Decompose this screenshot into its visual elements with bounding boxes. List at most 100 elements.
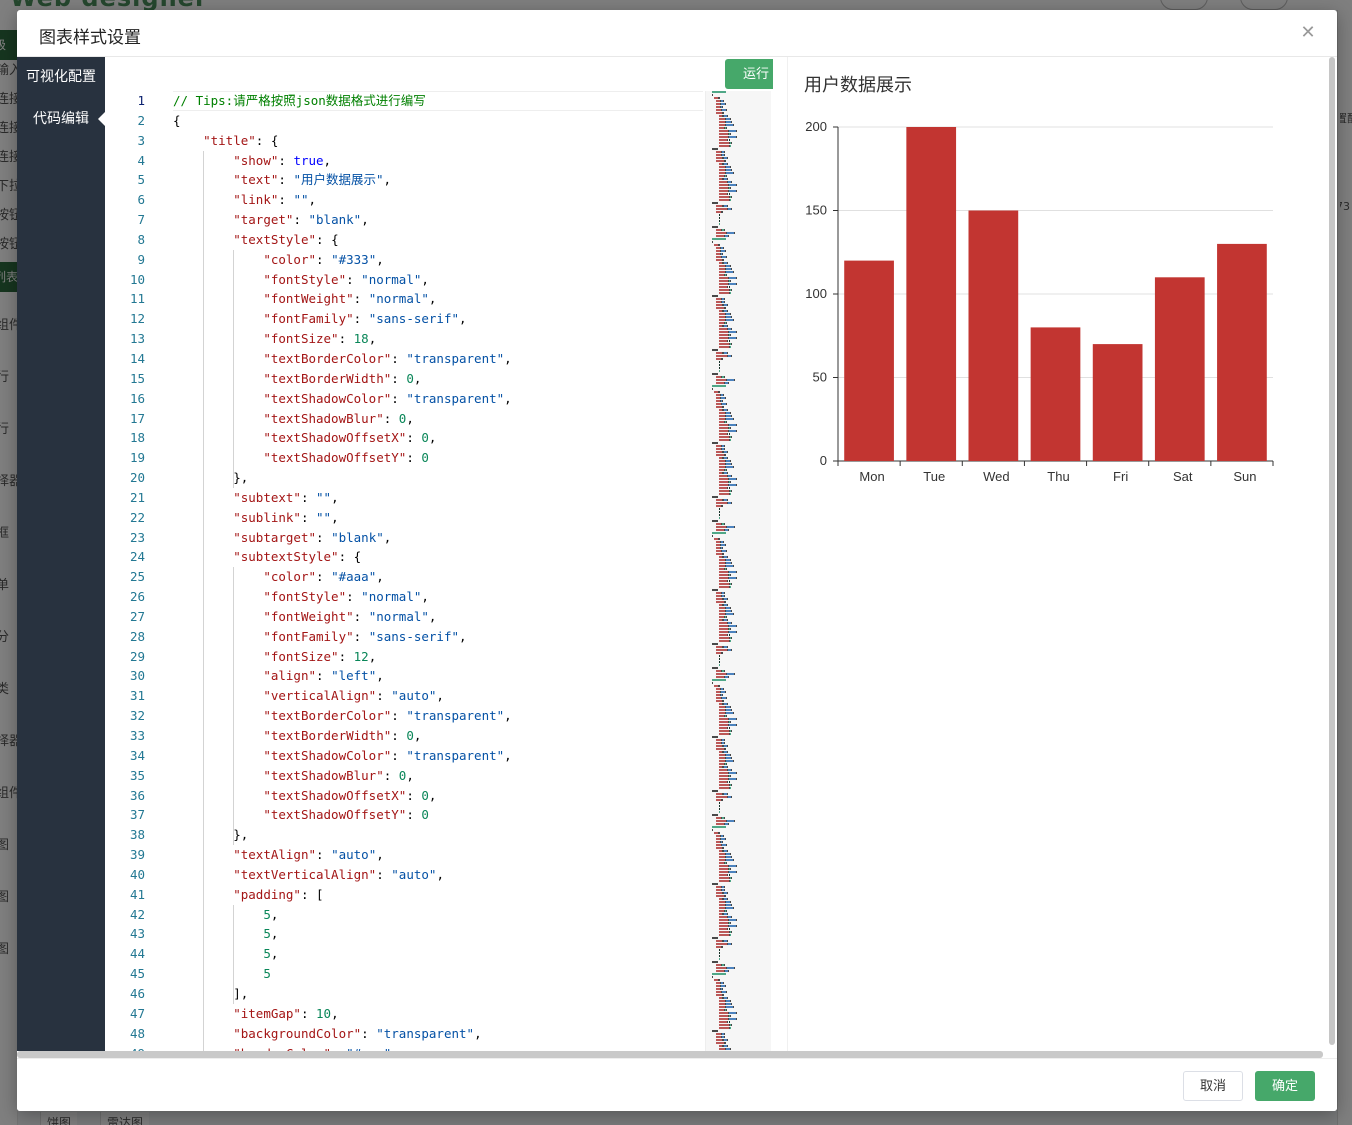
code-line[interactable]: "fontFamily": "sans-serif", <box>173 627 703 647</box>
minimap-line <box>727 598 729 600</box>
code-line[interactable]: "textShadowOffsetY": 0 <box>173 448 703 468</box>
minimap-line <box>718 631 728 633</box>
close-icon[interactable]: ✕ <box>1297 22 1319 44</box>
code-line[interactable]: "subtext": "", <box>173 488 703 508</box>
minimap-line <box>726 613 733 615</box>
code-line[interactable]: // Tips:请严格按照json数据格式进行编写 <box>173 91 703 111</box>
minimap-line <box>719 805 721 807</box>
minimap-line <box>727 1039 729 1041</box>
code-line[interactable]: "subtextStyle": { <box>173 547 703 567</box>
code-line[interactable]: "textShadowColor": "transparent", <box>173 746 703 766</box>
code-line[interactable]: "textShadowOffsetX": 0, <box>173 428 703 448</box>
code-line[interactable]: "textShadowColor": "transparent", <box>173 389 703 409</box>
code-token: : <box>316 847 332 863</box>
code-line[interactable]: "title": { <box>173 131 703 151</box>
code-token: : <box>346 271 362 287</box>
tab-visual-config[interactable]: 可视化配置 <box>17 57 105 97</box>
code-line[interactable]: "textShadowBlur": 0, <box>173 766 703 786</box>
code-line[interactable]: "color": "#333", <box>173 250 703 270</box>
minimap-line <box>726 703 728 705</box>
code-line[interactable]: "textBorderColor": "transparent", <box>173 706 703 726</box>
code-line[interactable]: "link": "", <box>173 190 703 210</box>
code-line[interactable]: "textBorderColor": "transparent", <box>173 349 703 369</box>
minimap-line <box>718 436 730 438</box>
code-line[interactable]: "fontFamily": "sans-serif", <box>173 309 703 329</box>
code-line[interactable]: "verticalAlign": "auto", <box>173 686 703 706</box>
code-line[interactable]: "textBorderWidth": 0, <box>173 369 703 389</box>
code-token: 18 <box>353 331 369 347</box>
code-line[interactable]: "fontWeight": "normal", <box>173 289 703 309</box>
code-content[interactable]: // Tips:请严格按照json数据格式进行编写{ "title": { "s… <box>173 91 703 1051</box>
code-line[interactable]: "sublink": "", <box>173 508 703 528</box>
code-line[interactable]: "fontStyle": "normal", <box>173 587 703 607</box>
line-number: 7 <box>137 212 145 228</box>
editor-minimap[interactable] <box>705 91 771 1051</box>
code-line[interactable]: "fontWeight": "normal", <box>173 607 703 627</box>
code-line[interactable]: "show": true, <box>173 151 703 171</box>
minimap-line <box>718 346 730 348</box>
confirm-button[interactable]: 确定 <box>1255 1071 1315 1101</box>
code-line[interactable]: "textShadowOffsetY": 0 <box>173 805 703 825</box>
code-line[interactable]: "target": "blank", <box>173 210 703 230</box>
code-line[interactable]: ], <box>173 984 703 1004</box>
minimap-line <box>730 640 732 642</box>
minimap-line <box>718 787 730 789</box>
code-line[interactable]: }, <box>173 825 703 845</box>
line-number: 4 <box>137 152 145 168</box>
code-token: : <box>316 529 332 545</box>
code-line[interactable]: "textShadowBlur": 0, <box>173 409 703 429</box>
minimap-line <box>712 961 718 963</box>
code-token: : { <box>316 231 339 247</box>
code-line[interactable]: "text": "用户数据展示", <box>173 170 703 190</box>
code-line[interactable]: }, <box>173 468 703 488</box>
minimap-line <box>730 637 732 639</box>
code-line[interactable]: 5, <box>173 944 703 964</box>
minimap-line <box>726 499 728 501</box>
code-line[interactable]: "align": "left", <box>173 666 703 686</box>
code-line[interactable]: "padding": [ <box>173 885 703 905</box>
minimap-line <box>730 856 732 858</box>
code-token: , <box>421 589 429 605</box>
cancel-button[interactable]: 取消 <box>1183 1071 1243 1101</box>
horizontal-scrollbar[interactable] <box>17 1051 1323 1058</box>
code-line[interactable]: { <box>173 111 703 131</box>
code-line[interactable]: "fontSize": 12, <box>173 647 703 667</box>
code-line[interactable]: "itemGap": 10, <box>173 1004 703 1024</box>
code-token: "" <box>293 192 309 208</box>
minimap-line <box>725 250 727 252</box>
code-editor[interactable]: 1 2 3 4 5 6 7 8 9 10 11 12 13 14 15 16 17 18 19 20 21 22 23 24 2… <box>105 57 773 1051</box>
tab-code-edit[interactable]: 代码编辑 <box>17 99 105 139</box>
code-line[interactable]: "textVerticalAlign": "auto", <box>173 865 703 885</box>
minimap-line <box>732 271 734 273</box>
code-token: "color" <box>263 251 316 267</box>
minimap-line <box>718 916 727 918</box>
code-line[interactable]: "fontStyle": "normal", <box>173 270 703 290</box>
minimap-line <box>729 1012 737 1014</box>
minimap-line <box>736 571 738 573</box>
minimap-line <box>722 553 725 555</box>
minimap-line <box>729 478 737 480</box>
code-line[interactable]: 5, <box>173 924 703 944</box>
code-line[interactable]: "textBorderWidth": 0, <box>173 726 703 746</box>
code-line[interactable]: "backgroundColor": "transparent", <box>173 1024 703 1044</box>
code-line[interactable]: 5 <box>173 964 703 984</box>
code-line[interactable]: "textStyle": { <box>173 230 703 250</box>
minimap-line <box>712 814 718 816</box>
code-line[interactable]: "subtarget": "blank", <box>173 528 703 548</box>
code-line[interactable]: "fontSize": 18, <box>173 329 703 349</box>
x-tick-label: Sun <box>1233 469 1256 484</box>
minimap-line <box>726 646 728 648</box>
minimap-line <box>729 430 737 432</box>
code-token: 5 <box>263 946 271 962</box>
code-line[interactable]: "borderColor": "#ccc", <box>173 1044 703 1052</box>
line-number: 47 <box>129 1005 145 1021</box>
code-line[interactable]: "textAlign": "auto", <box>173 845 703 865</box>
code-line[interactable]: "color": "#aaa", <box>173 567 703 587</box>
code-line[interactable]: 5, <box>173 905 703 925</box>
run-button[interactable]: 运行 <box>725 59 773 89</box>
vertical-scrollbar[interactable] <box>1329 57 1335 1045</box>
code-line[interactable]: "textShadowOffsetX": 0, <box>173 786 703 806</box>
